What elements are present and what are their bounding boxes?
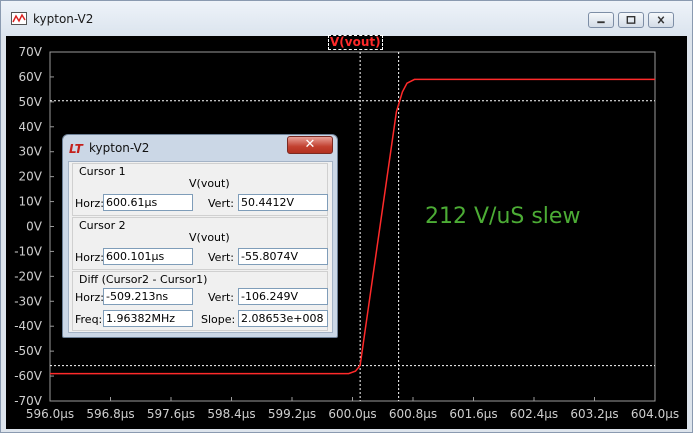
y-tick-label: -40V <box>14 319 43 333</box>
y-tick-label: 10V <box>19 195 43 209</box>
cursor1-vert-label: Vert: <box>208 197 234 210</box>
dialog-body: Cursor 1 V(vout) Horz: 600.61µs Vert: 50… <box>68 161 333 333</box>
y-tick-label: -20V <box>14 269 43 283</box>
y-tick-label: 50V <box>19 95 43 109</box>
trace-label[interactable]: V(vout) <box>328 35 383 50</box>
y-tick-label: -60V <box>14 369 43 383</box>
diff-slope-field[interactable]: 2.08653e+008 <box>238 310 328 327</box>
cursor2-vert-label: Vert: <box>208 251 234 264</box>
cursor1-horz-field[interactable]: 600.61µs <box>103 194 193 211</box>
diff-group: Diff (Cursor2 - Cursor1) Horz: -509.213n… <box>72 271 328 331</box>
y-tick-label: 60V <box>19 70 43 84</box>
cursor2-signal: V(vout) <box>189 231 230 244</box>
cursor1-vert-field[interactable]: 50.4412V <box>238 194 328 211</box>
y-tick-label: -70V <box>14 394 43 408</box>
y-tick-label: -50V <box>14 344 43 358</box>
cursor1-signal: V(vout) <box>189 177 230 190</box>
cursor2-horz-label: Horz: <box>75 251 105 264</box>
diff-slope-label: Slope: <box>201 313 236 326</box>
x-tick-label: 602.4µs <box>510 407 558 421</box>
y-tick-label: 0V <box>26 220 43 234</box>
ltspice-logo-icon: LT <box>69 142 83 156</box>
x-tick-label: 601.6µs <box>449 407 497 421</box>
y-tick-label: 30V <box>19 145 43 159</box>
x-tick-label: 604.0µs <box>631 407 679 421</box>
cursor2-header: Cursor 2 <box>79 219 126 232</box>
cursor2-vert-field[interactable]: -55.8074V <box>238 248 328 265</box>
cursor1-horz-label: Horz: <box>75 197 105 210</box>
diff-header: Diff (Cursor2 - Cursor1) <box>79 273 208 286</box>
y-tick-label: -30V <box>14 294 43 308</box>
dialog-title: kypton-V2 <box>89 141 150 155</box>
diff-freq-field[interactable]: 1.96382MHz <box>103 310 193 327</box>
x-tick-label: 596.8µs <box>86 407 134 421</box>
cursor2-group: Cursor 2 V(vout) Horz: 600.101µs Vert: -… <box>72 217 328 270</box>
cursor1-header: Cursor 1 <box>79 165 126 178</box>
y-tick-label: 70V <box>19 45 43 59</box>
cursor2-horz-field[interactable]: 600.101µs <box>103 248 193 265</box>
x-tick-label: 596.0µs <box>26 407 74 421</box>
y-tick-label: 40V <box>19 120 43 134</box>
x-tick-label: 597.6µs <box>147 407 195 421</box>
slew-annotation: 212 V/uS slew <box>425 204 581 229</box>
x-tick-label: 603.2µs <box>570 407 618 421</box>
y-tick-label: -10V <box>14 244 43 258</box>
diff-freq-label: Freq: <box>75 313 103 326</box>
dialog-close-button[interactable]: ✕ <box>287 136 333 154</box>
diff-vert-field[interactable]: -106.249V <box>238 288 328 305</box>
y-tick-label: 20V <box>19 170 43 184</box>
x-tick-label: 600.0µs <box>328 407 376 421</box>
diff-vert-label: Vert: <box>208 291 234 304</box>
cursor1-group: Cursor 1 V(vout) Horz: 600.61µs Vert: 50… <box>72 163 328 216</box>
x-tick-label: 598.4µs <box>207 407 255 421</box>
diff-horz-label: Horz: <box>75 291 105 304</box>
x-tick-label: 600.8µs <box>389 407 437 421</box>
x-tick-label: 599.2µs <box>268 407 316 421</box>
diff-horz-field[interactable]: -509.213ns <box>103 288 193 305</box>
cursor-dialog[interactable]: LT kypton-V2 ✕ Cursor 1 V(vout) Horz: 60… <box>62 134 338 338</box>
